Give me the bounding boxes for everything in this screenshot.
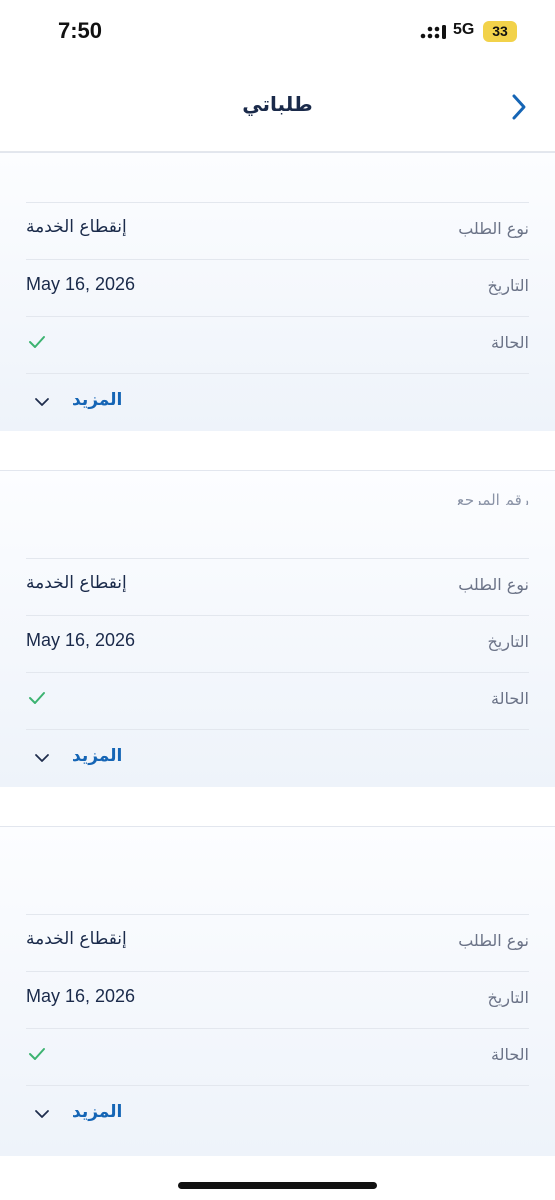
status-label: الحالة: [491, 689, 529, 708]
network-type: 5G: [453, 21, 475, 38]
request-card[interactable]: نوع الطلب إنقطاع الخدمة التاريخ May 16, …: [0, 826, 555, 1156]
request-type-value: إنقطاع الخدمة: [26, 217, 127, 237]
date-row: التاريخ May 16, 2026: [26, 259, 529, 316]
request-type-row: نوع الطلب إنقطاع الخدمة: [26, 202, 529, 259]
chevron-down-icon: [35, 754, 49, 762]
request-card[interactable]: نوع الطلب إنقطاع الخدمة التاريخ May 16, …: [0, 152, 555, 431]
status-time: 7:50: [58, 18, 103, 43]
status-label: الحالة: [491, 1045, 529, 1064]
request-type-row: نوع الطلب إنقطاع الخدمة: [26, 558, 529, 615]
date-value: May 16, 2026: [26, 986, 136, 1006]
date-label: التاريخ: [487, 276, 529, 295]
status-row: الحالة: [26, 316, 529, 373]
page-title: طلباتي: [242, 92, 313, 116]
date-value: May 16, 2026: [26, 630, 136, 650]
navigation-bar: طلباتي: [0, 62, 555, 152]
date-row: التاريخ May 16, 2026: [26, 971, 529, 1028]
more-button[interactable]: المزيد: [26, 373, 529, 430]
request-type-row: نوع الطلب إنقطاع الخدمة: [26, 914, 529, 971]
status-bar: 7:50 5G 33: [0, 0, 555, 62]
checkmark-icon: [29, 336, 45, 348]
battery-icon: 33: [483, 21, 517, 42]
request-type-value: إنقطاع الخدمة: [26, 929, 127, 949]
reference-number: رقم المرجع: [456, 491, 529, 505]
more-label: المزيد: [72, 1102, 123, 1122]
status-label: الحالة: [491, 333, 529, 352]
back-chevron-icon[interactable]: [505, 90, 535, 124]
request-type-label: نوع الطلب: [458, 219, 529, 238]
more-label: المزيد: [72, 390, 123, 410]
request-type-value: إنقطاع الخدمة: [26, 573, 127, 593]
signal-icon: [420, 25, 446, 39]
more-button[interactable]: المزيد: [26, 729, 529, 786]
checkmark-icon: [29, 692, 45, 704]
date-label: التاريخ: [487, 988, 529, 1007]
request-type-label: نوع الطلب: [458, 931, 529, 950]
date-value: May 16, 2026: [26, 274, 136, 294]
more-button[interactable]: المزيد: [26, 1085, 529, 1142]
chevron-down-icon: [35, 1110, 49, 1118]
card-gap: [0, 787, 555, 826]
chevron-down-icon: [35, 398, 49, 406]
request-type-label: نوع الطلب: [458, 575, 529, 594]
card-gap: [0, 431, 555, 470]
checkmark-icon: [29, 1048, 45, 1060]
request-card[interactable]: رقم المرجع نوع الطلب إنقطاع الخدمة التار…: [0, 470, 555, 787]
more-label: المزيد: [72, 746, 123, 766]
date-label: التاريخ: [487, 632, 529, 651]
status-row: الحالة: [26, 1028, 529, 1085]
date-row: التاريخ May 16, 2026: [26, 615, 529, 672]
home-indicator[interactable]: [178, 1182, 377, 1189]
status-row: الحالة: [26, 672, 529, 729]
